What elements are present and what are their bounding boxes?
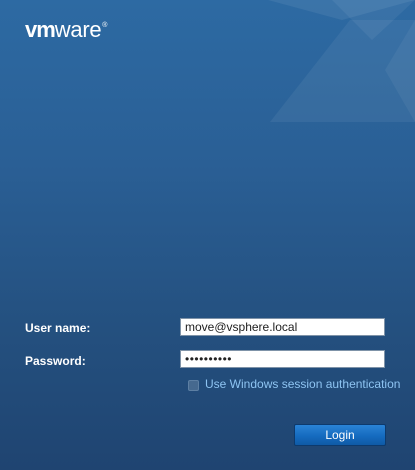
logo-bold-text: vm xyxy=(25,17,56,42)
login-button[interactable]: Login xyxy=(294,424,386,446)
username-field[interactable] xyxy=(180,318,385,336)
password-field[interactable] xyxy=(180,350,385,368)
background-decoration xyxy=(268,0,415,122)
password-label: Password: xyxy=(25,354,86,368)
username-label: User name: xyxy=(25,321,91,335)
windows-auth-label[interactable]: Use Windows session authentication xyxy=(205,377,400,391)
vmware-logo: vmware® xyxy=(25,17,107,43)
login-page: vmware® User name: Password: Use Windows… xyxy=(0,0,415,470)
registered-mark: ® xyxy=(102,22,108,29)
windows-auth-checkbox[interactable] xyxy=(188,380,199,391)
logo-text: ware xyxy=(54,17,102,42)
